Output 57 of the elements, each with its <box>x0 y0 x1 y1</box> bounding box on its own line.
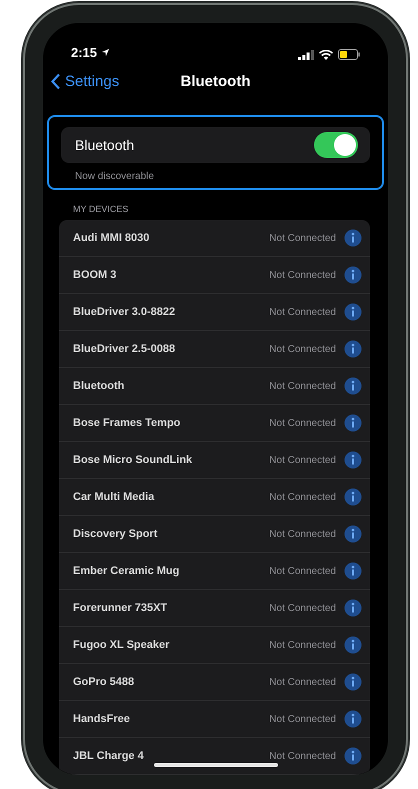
device-name[interactable]: Audi MMI 8030 <box>73 232 270 244</box>
device-name[interactable]: BlueDriver 3.0-8822 <box>73 306 270 318</box>
info-icon[interactable] <box>344 673 362 691</box>
connection-status: Not Connected <box>269 528 336 540</box>
connection-status: Not Connected <box>269 454 336 466</box>
location-arrow-icon <box>101 48 110 58</box>
info-icon[interactable] <box>344 562 362 580</box>
device-name[interactable]: Ember Ceramic Mug <box>73 565 270 577</box>
bluetooth-toggle[interactable] <box>314 132 358 158</box>
back-chevron-icon <box>51 73 61 90</box>
info-icon[interactable] <box>344 377 362 395</box>
connection-status: Not Connected <box>269 418 336 428</box>
connection-status: Not Connected <box>269 566 336 576</box>
device-name[interactable]: GoPro 5488 <box>73 676 270 688</box>
device-name[interactable]: Discovery Sport <box>73 528 270 540</box>
connection-status: Not Connected <box>269 344 336 354</box>
device-name[interactable]: Bose Frames Tempo <box>73 417 270 429</box>
device-name[interactable]: HandsFree <box>73 713 270 725</box>
status-time: 2:15 <box>71 45 110 60</box>
section-header: MY DEVICES <box>72 203 130 216</box>
back-link[interactable]: Settings <box>51 73 120 90</box>
discoverable-note: Now discoverable <box>74 170 155 182</box>
connection-status: Not Connected <box>269 714 336 724</box>
info-icon[interactable] <box>344 303 362 321</box>
battery-icon <box>338 49 360 60</box>
device-name[interactable]: Bose Micro SoundLink <box>73 454 270 466</box>
info-icon[interactable] <box>344 525 362 543</box>
device-name[interactable]: BOOM 3 <box>73 269 270 281</box>
device-name[interactable]: Forerunner 735XT <box>73 602 270 614</box>
connection-status: Not Connected <box>269 306 336 318</box>
info-icon[interactable] <box>344 488 362 506</box>
connection-status: Not Connected <box>269 676 336 688</box>
info-icon[interactable] <box>344 229 362 247</box>
connection-status: Not Connected <box>269 380 336 392</box>
device-name[interactable]: Fugoo XL Speaker <box>73 639 270 651</box>
device-name[interactable]: JBL Charge 4 <box>73 750 270 762</box>
device-name[interactable]: BlueDriver 2.5-0088 <box>73 343 270 355</box>
device-name[interactable]: Bluetooth <box>73 380 270 392</box>
connection-status: Not Connected <box>269 492 336 502</box>
info-icon[interactable] <box>344 414 362 432</box>
device-name[interactable]: Car Multi Media <box>73 491 270 503</box>
info-icon[interactable] <box>344 747 362 765</box>
connection-status: Not Connected <box>269 270 336 280</box>
connection-status: Not Connected <box>269 750 336 762</box>
info-icon[interactable] <box>344 451 362 469</box>
info-icon[interactable] <box>344 266 362 284</box>
connection-status: Not Connected <box>269 640 336 650</box>
info-icon[interactable] <box>344 636 362 654</box>
screen-title: Bluetooth <box>180 73 250 90</box>
info-icon[interactable] <box>344 710 362 728</box>
connection-status: Not Connected <box>269 232 336 244</box>
wifi-icon <box>319 50 333 60</box>
connection-status: Not Connected <box>269 602 336 614</box>
setting-label: Bluetooth <box>75 137 134 153</box>
signal-icon <box>298 50 314 60</box>
info-icon[interactable] <box>344 340 362 358</box>
info-icon[interactable] <box>344 599 362 617</box>
